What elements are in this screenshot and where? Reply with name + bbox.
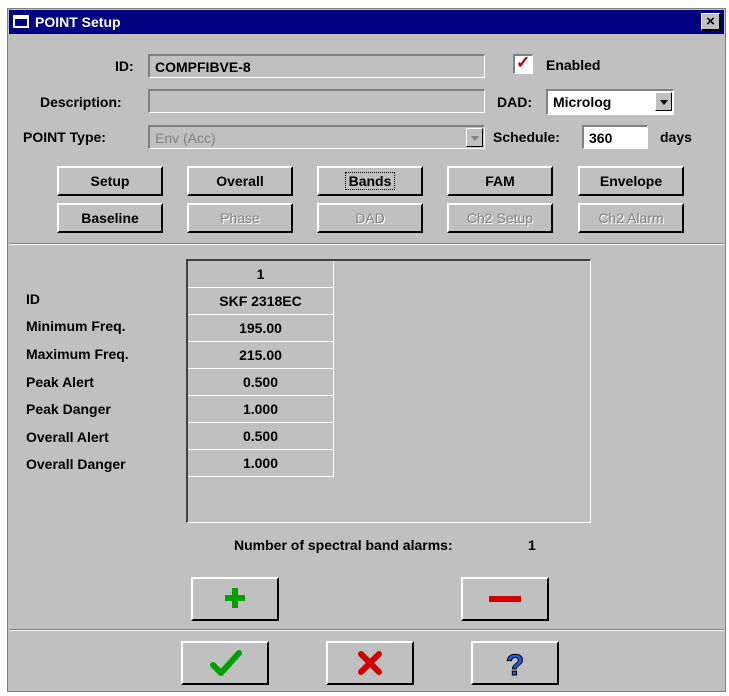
cell-overall-danger[interactable]: 1.000: [188, 450, 334, 477]
chevron-down-icon[interactable]: [655, 92, 672, 111]
separator: [9, 243, 724, 245]
row-label-peak-danger: Peak Danger: [26, 401, 111, 417]
row-label-id: ID: [26, 291, 40, 307]
column-header: 1: [188, 261, 334, 288]
dad-label: DAD:: [497, 94, 532, 110]
checkmark-icon: ✓: [516, 53, 531, 72]
cell-id[interactable]: SKF 2318EC: [188, 288, 334, 315]
id-field[interactable]: COMPFIBVE-8: [148, 54, 485, 78]
cell-min-freq[interactable]: 195.00: [188, 315, 334, 342]
plus-icon: [225, 588, 245, 608]
cell-peak-alert[interactable]: 0.500: [188, 369, 334, 396]
band-count-value: 1: [528, 537, 536, 553]
tab-fam[interactable]: FAM: [447, 166, 553, 196]
enabled-checkbox[interactable]: ✓: [513, 53, 533, 74]
window-title: POINT Setup: [35, 14, 121, 30]
close-button[interactable]: ×: [701, 13, 721, 31]
point-type-select[interactable]: Env (Acc): [148, 125, 485, 149]
point-setup-dialog: POINT Setup × ID: COMPFIBVE-8 ✓ Enabled …: [7, 8, 726, 692]
enabled-label: Enabled: [546, 57, 601, 73]
window-icon: [13, 15, 29, 28]
point-type-value: Env (Acc): [155, 130, 216, 146]
tab-bands-label: Bands: [344, 172, 396, 190]
description-label: Description:: [40, 94, 122, 110]
tab-phase[interactable]: Phase: [187, 203, 293, 233]
row-label-max-freq: Maximum Freq.: [26, 346, 129, 362]
tab-bands[interactable]: Bands: [317, 166, 423, 196]
x-icon: [358, 651, 382, 675]
tab-dad[interactable]: DAD: [317, 203, 423, 233]
minus-icon: [489, 596, 521, 602]
id-label: ID:: [115, 58, 134, 74]
question-icon: ?: [505, 649, 524, 683]
cell-peak-danger[interactable]: 1.000: [188, 396, 334, 423]
band-count-label: Number of spectral band alarms:: [234, 537, 453, 553]
description-field[interactable]: [148, 89, 485, 113]
bands-grid[interactable]: 1 SKF 2318EC 195.00 215.00 0.500 1.000 0…: [186, 259, 591, 523]
dad-value: Microlog: [553, 94, 612, 110]
row-label-peak-alert: Peak Alert: [26, 374, 94, 390]
schedule-label: Schedule:: [493, 129, 560, 145]
remove-band-button[interactable]: [461, 577, 549, 621]
tab-baseline[interactable]: Baseline: [57, 203, 163, 233]
help-button[interactable]: ?: [471, 641, 559, 685]
chevron-down-icon[interactable]: [466, 128, 483, 147]
row-label-overall-alert: Overall Alert: [26, 429, 109, 445]
cell-max-freq[interactable]: 215.00: [188, 342, 334, 369]
point-type-label: POINT Type:: [23, 129, 106, 145]
separator: [9, 629, 724, 631]
tab-ch2-alarm[interactable]: Ch2 Alarm: [578, 203, 684, 233]
svg-text:?: ?: [506, 649, 524, 682]
tab-overall[interactable]: Overall: [187, 166, 293, 196]
schedule-unit: days: [660, 129, 692, 145]
add-band-button[interactable]: [191, 577, 279, 621]
row-label-min-freq: Minimum Freq.: [26, 318, 126, 334]
cancel-button[interactable]: [326, 641, 414, 685]
row-label-overall-danger: Overall Danger: [26, 456, 126, 472]
tab-envelope[interactable]: Envelope: [578, 166, 684, 196]
tab-setup[interactable]: Setup: [57, 166, 163, 196]
schedule-field[interactable]: 360: [582, 125, 648, 149]
title-bar: POINT Setup ×: [9, 10, 724, 34]
dad-select[interactable]: Microlog: [546, 89, 674, 115]
ok-button[interactable]: [181, 641, 269, 685]
cell-overall-alert[interactable]: 0.500: [188, 423, 334, 450]
tab-ch2-setup[interactable]: Ch2 Setup: [447, 203, 553, 233]
checkmark-icon: [210, 650, 242, 676]
